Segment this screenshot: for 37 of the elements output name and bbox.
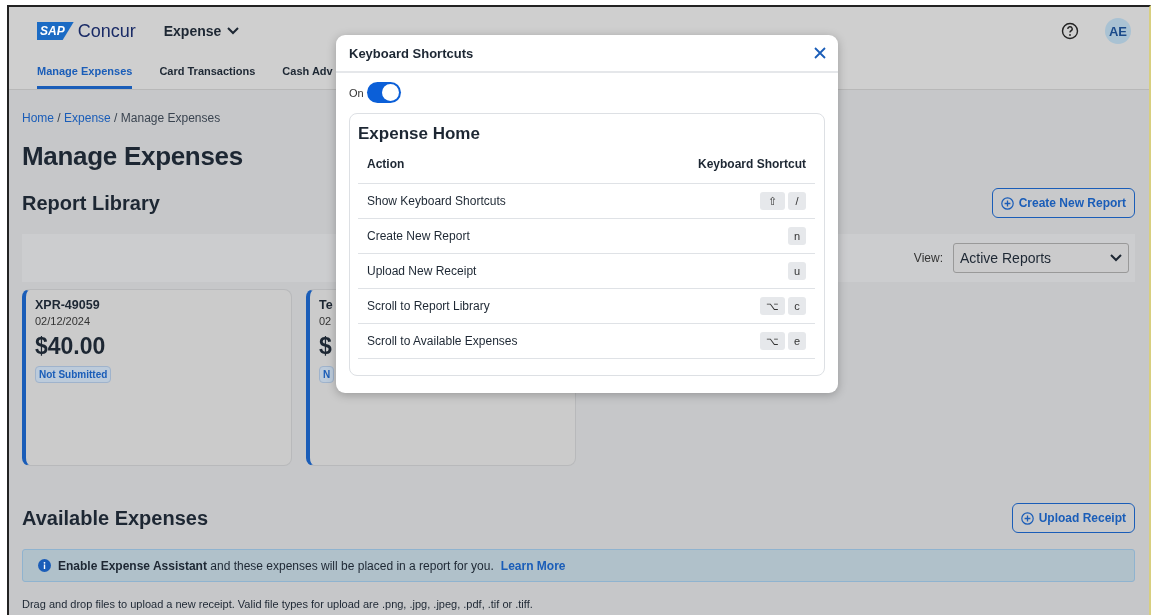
key-cap: ⇧ bbox=[760, 192, 785, 210]
page-title: Manage Expenses bbox=[22, 141, 243, 172]
key-cap: u bbox=[788, 262, 806, 280]
key-cap: ⌥ bbox=[760, 297, 785, 315]
breadcrumb-current: Manage Expenses bbox=[120, 111, 221, 125]
breadcrumb-separator: / bbox=[114, 111, 118, 125]
key-cap: n bbox=[788, 227, 806, 245]
column-header: Keyboard Shortcut bbox=[698, 157, 806, 171]
action-label: Create New Report bbox=[367, 229, 470, 243]
report-date: 02 bbox=[319, 315, 332, 327]
section-title: Available Expenses bbox=[22, 506, 209, 530]
info-message: Enable Expense Assistant and these expenses will be placed in a report for you. bbox=[58, 558, 494, 573]
report-title: XPR-49059 bbox=[35, 298, 100, 312]
action-label: Scroll to Report Library bbox=[367, 299, 490, 313]
view-label: View: bbox=[913, 251, 943, 265]
report-amount: $ bbox=[319, 333, 332, 360]
key-cap: c bbox=[788, 297, 806, 315]
section-title: Expense Home bbox=[358, 124, 481, 144]
action-label: Show Keyboard Shortcuts bbox=[367, 194, 506, 208]
status-badge: Not Submitted bbox=[35, 366, 112, 383]
logo-name: Concur bbox=[77, 20, 136, 42]
report-title: Te bbox=[319, 298, 333, 312]
action-label: Scroll to Available Expenses bbox=[367, 334, 518, 348]
breadcrumb-separator: / bbox=[57, 111, 61, 125]
key-cap: ⌥ bbox=[760, 332, 785, 350]
logo-badge: SAP bbox=[37, 22, 74, 40]
key-cap: e bbox=[788, 332, 806, 350]
section-title: Report Library bbox=[22, 191, 160, 215]
report-date: 02/12/2024 bbox=[35, 315, 91, 327]
status-badge: N bbox=[319, 366, 335, 383]
action-label: Upload New Receipt bbox=[367, 264, 477, 278]
report-amount: $40.00 bbox=[35, 333, 106, 360]
upload-hint: Drag and drop files to upload a new receipt. Valid file types for upload are .png, .jpg, .jpeg, .pdf, .tif or .tiff. bbox=[22, 598, 534, 610]
column-header: Action bbox=[367, 157, 405, 171]
key-cap: / bbox=[788, 192, 806, 210]
toggle-label: On bbox=[349, 86, 364, 99]
dialog-title: Keyboard Shortcuts bbox=[349, 45, 474, 61]
